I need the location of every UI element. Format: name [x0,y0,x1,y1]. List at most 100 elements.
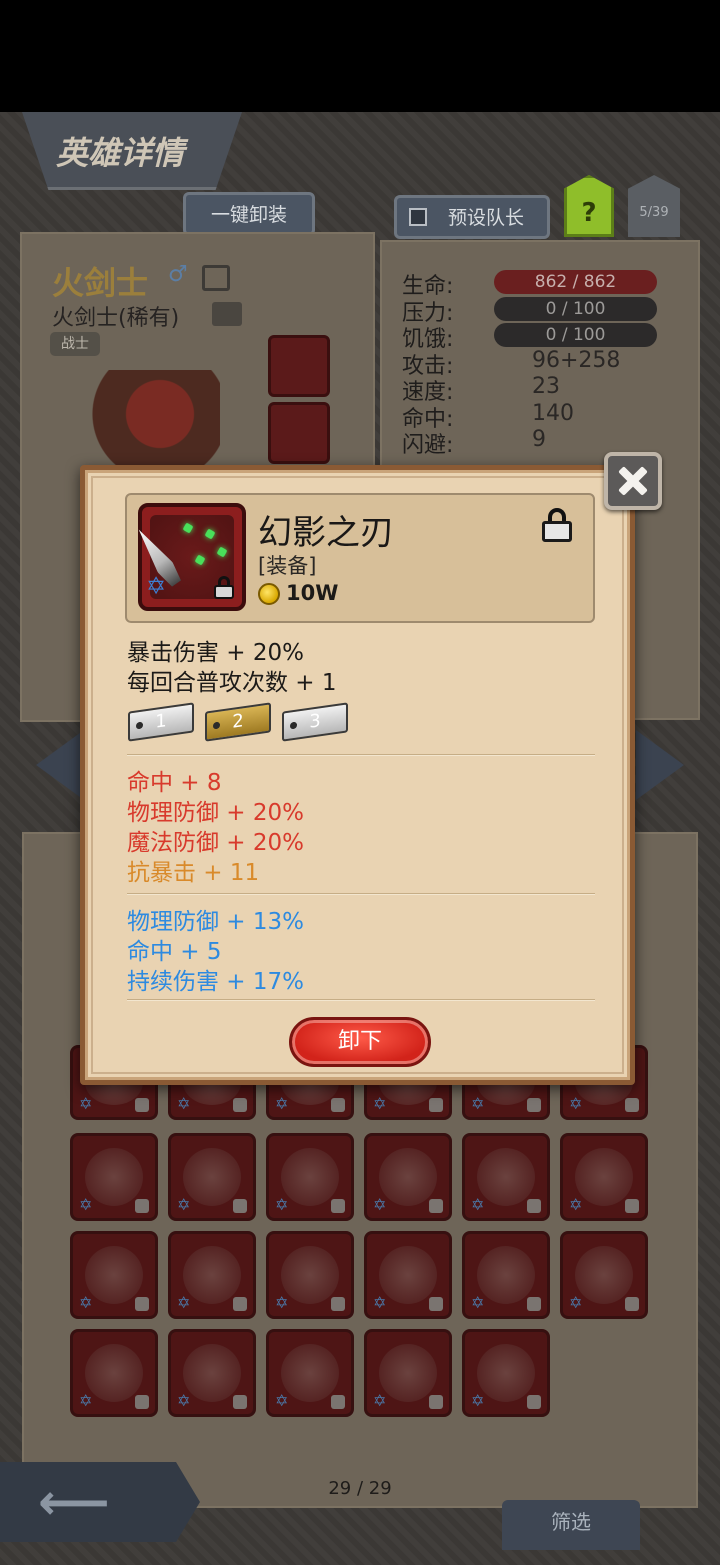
bonus-stat-blue: 物理防御 + 13% [127,909,305,935]
inventory-slot[interactable]: ✡ [560,1231,648,1319]
coin-icon [258,583,280,605]
star-of-david-icon: ✡ [146,572,167,600]
inventory-slot[interactable]: ✡ [70,1329,158,1417]
item-lock-toggle-icon[interactable] [541,508,573,544]
star-of-david-icon: ✡ [79,1195,93,1214]
star-of-david-icon: ✡ [373,1391,387,1410]
inventory-slot[interactable]: ✡ [70,1133,158,1221]
lock-icon [429,1098,443,1112]
inventory-slot[interactable]: ✡ [364,1329,452,1417]
gender-icon: ♂ [168,262,188,287]
item-name: 幻影之刃 [258,513,394,553]
lock-icon [331,1395,345,1409]
status-bar-area [0,0,720,112]
item-price: 10W [286,581,339,605]
lock-icon [527,1395,541,1409]
page-title: 英雄详情 [55,134,184,172]
item-type: [装备] [258,554,317,578]
bonus-stat-red: 命中 + 8 [127,770,222,796]
star-of-david-icon: ✡ [275,1094,289,1113]
bonus-stat-red: 魔法防御 + 20% [127,830,305,856]
lock-icon [135,1199,149,1213]
inventory-slot[interactable]: ✡ [462,1329,550,1417]
inventory-slot[interactable]: ✡ [168,1133,256,1221]
equip-slot-weapon[interactable] [268,335,330,397]
lock-icon [135,1395,149,1409]
lock-icon [135,1297,149,1311]
lock-icon [429,1199,443,1213]
divider [127,893,595,895]
inventory-slot[interactable]: ✡ [364,1231,452,1319]
star-of-david-icon: ✡ [177,1293,191,1312]
inventory-slot[interactable]: ✡ [266,1329,354,1417]
bonus-stat-blue: 命中 + 5 [127,939,222,965]
hero-class-tag: 战士 [50,332,100,356]
star-of-david-icon: ✡ [569,1195,583,1214]
lock-icon [625,1199,639,1213]
star-of-david-icon: ✡ [79,1293,93,1312]
lock-icon [625,1098,639,1112]
inventory-slot[interactable]: ✡ [70,1231,158,1319]
close-icon[interactable] [604,452,662,510]
inventory-slot[interactable]: ✡ [168,1231,256,1319]
lock-icon [527,1098,541,1112]
inventory-slot[interactable]: ✡ [168,1329,256,1417]
star-of-david-icon: ✡ [275,1391,289,1410]
unequip-button[interactable]: 卸下 [289,1017,431,1067]
bonus-stat-red: 物理防御 + 20% [127,800,305,826]
star-of-david-icon: ✡ [275,1195,289,1214]
divider [127,999,595,1001]
inventory-slot[interactable]: ✡ [560,1133,648,1221]
bonus-stat-blue: 持续伤害 + 17% [127,969,305,995]
inventory-slot[interactable]: ✡ [266,1133,354,1221]
divider [127,754,595,756]
preset-leader-label: 预设队长 [447,207,524,229]
checkbox-icon[interactable] [409,208,427,226]
star-of-david-icon: ✡ [177,1195,191,1214]
hero-class-rarity: 火剑士(稀有) [52,306,180,331]
star-of-david-icon: ✡ [569,1293,583,1312]
lock-icon [135,1098,149,1112]
stat-value: 96+258 [532,348,621,373]
equip-slot-accessory[interactable] [268,402,330,464]
star-of-david-icon: ✡ [471,1195,485,1214]
main-stat: 每回合普攻次数 + 1 [127,670,337,696]
lock-icon [331,1098,345,1112]
unequip-all-button[interactable]: 一键卸装 [183,192,315,236]
star-of-david-icon: ✡ [569,1094,583,1113]
stat-value: 23 [532,374,560,399]
lock-icon [212,576,236,600]
lock-icon [233,1395,247,1409]
inventory-slot[interactable]: ✡ [266,1231,354,1319]
stat-value: 9 [532,427,546,452]
lock-icon [527,1297,541,1311]
lock-icon [233,1199,247,1213]
filter-button[interactable]: 筛选 [502,1500,640,1550]
star-of-david-icon: ✡ [471,1293,485,1312]
star-of-david-icon: ✡ [275,1293,289,1312]
lock-icon [429,1297,443,1311]
inventory-slot[interactable]: ✡ [462,1133,550,1221]
main-stat: 暴击伤害 + 20% [127,640,305,666]
lock-icon [625,1297,639,1311]
inventory-slot[interactable]: ✡ [364,1133,452,1221]
lock-icon [331,1297,345,1311]
preset-leader-button[interactable]: 预设队长 [394,195,550,239]
lock-icon [233,1297,247,1311]
star-of-david-icon: ✡ [373,1293,387,1312]
star-of-david-icon: ✡ [471,1391,485,1410]
star-of-david-icon: ✡ [79,1094,93,1113]
stat-value: 140 [532,401,574,426]
lock-icon [233,1098,247,1112]
stat-label: 闪避: [402,433,454,458]
star-of-david-icon: ✡ [471,1094,485,1113]
bonus-stat-orange: 抗暴击 + 11 [127,860,260,886]
edit-icon[interactable] [202,265,230,291]
hero-portrait [70,370,220,480]
inventory-slot[interactable]: ✡ [462,1231,550,1319]
info-card-icon[interactable] [212,302,242,326]
star-of-david-icon: ✡ [177,1094,191,1113]
star-of-david-icon: ✡ [373,1094,387,1113]
lock-icon [527,1199,541,1213]
lock-icon [429,1395,443,1409]
